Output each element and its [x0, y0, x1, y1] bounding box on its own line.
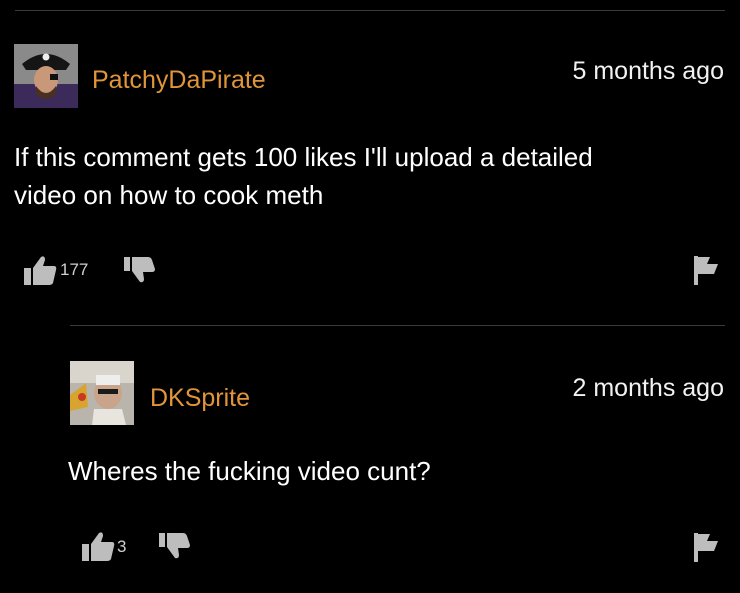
username[interactable]: PatchyDaPirate — [92, 66, 266, 95]
comment-text-line: Wheres the fucking video cunt? — [68, 456, 431, 486]
username[interactable]: DKSprite — [150, 384, 250, 413]
avatar[interactable] — [14, 44, 78, 108]
top-divider — [15, 10, 725, 11]
thumbs-up-icon[interactable] — [22, 254, 58, 286]
thumbs-up-icon[interactable] — [80, 530, 116, 562]
comment-text-line: video on how to cook meth — [14, 180, 324, 210]
like-count: 3 — [117, 537, 127, 556]
avatar[interactable] — [70, 361, 134, 425]
comment-text-line: If this comment gets 100 likes I'll uplo… — [14, 142, 593, 172]
timestamp: 5 months ago — [572, 57, 725, 85]
flag-icon[interactable] — [692, 254, 720, 286]
thumbs-down-icon[interactable] — [157, 531, 191, 561]
like-count: 177 — [60, 260, 89, 279]
timestamp: 2 months ago — [572, 374, 725, 402]
reply-divider — [70, 325, 725, 326]
flag-icon[interactable] — [692, 531, 720, 563]
thumbs-down-icon[interactable] — [122, 255, 156, 285]
